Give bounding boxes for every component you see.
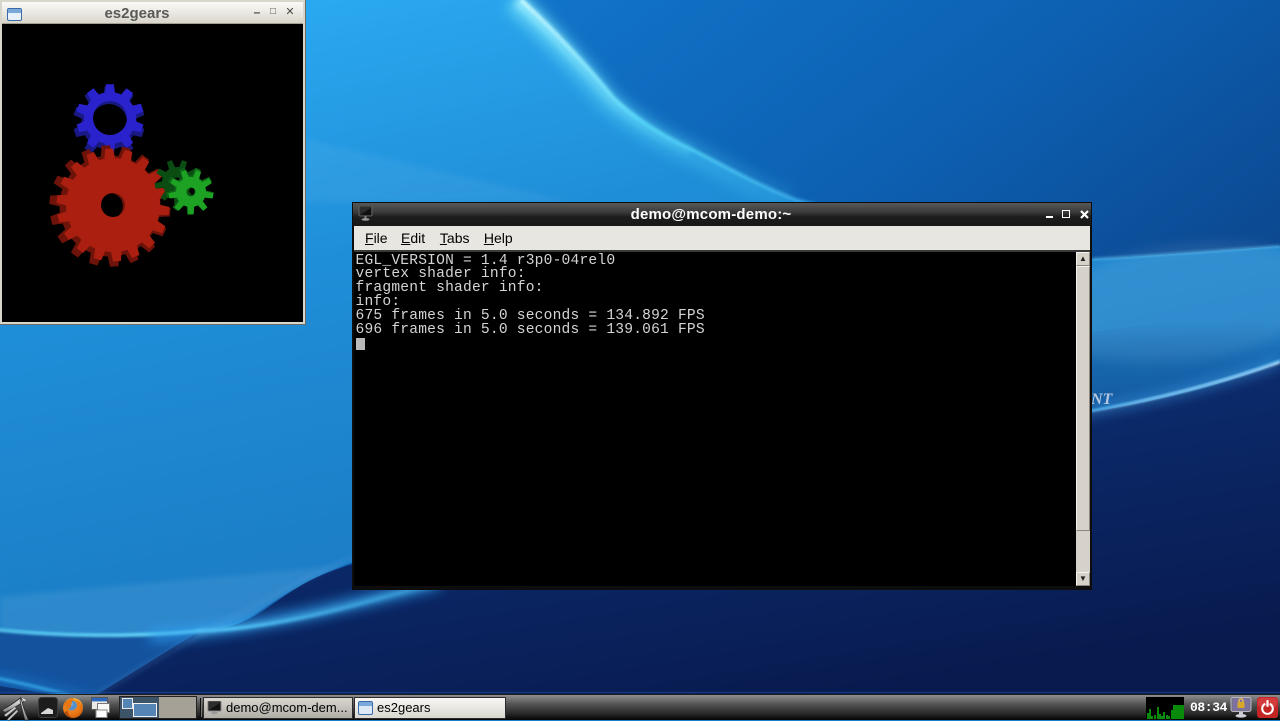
svg-text:NT: NT — [1090, 391, 1114, 408]
